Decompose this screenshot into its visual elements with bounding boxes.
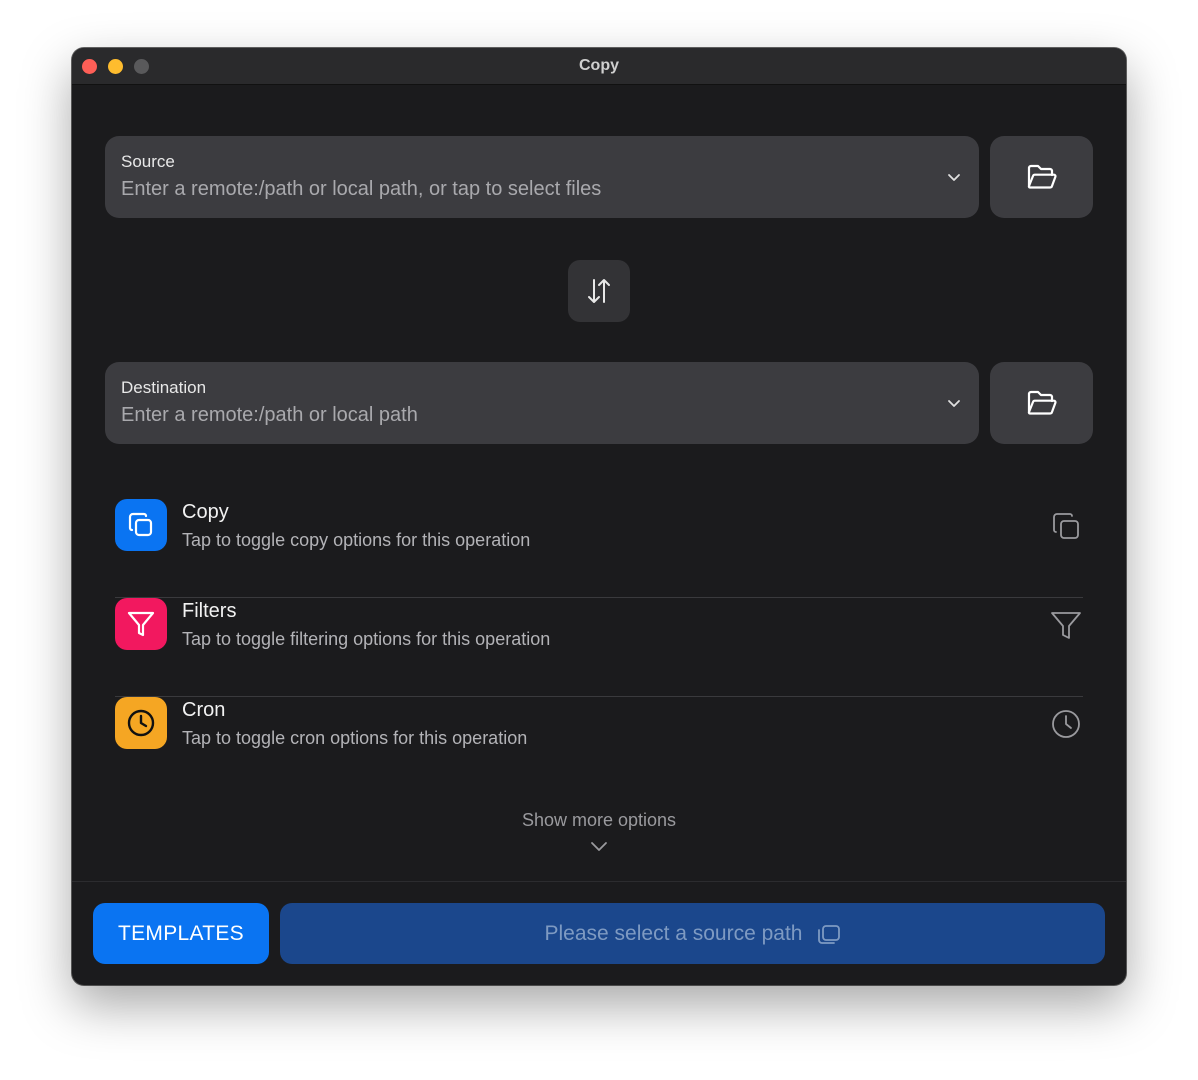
option-subtitle: Tap to toggle filtering options for this… <box>182 629 551 649</box>
source-browse-button[interactable] <box>990 136 1093 218</box>
title-bar: Copy <box>72 48 1126 85</box>
chevron-down-icon[interactable] <box>947 170 961 184</box>
option-title: Copy <box>182 501 229 523</box>
clock-icon <box>1052 710 1080 738</box>
folder-open-icon <box>1027 390 1057 415</box>
option-subtitle: Tap to toggle copy options for this oper… <box>182 530 531 550</box>
copy-icon <box>1053 513 1079 539</box>
destination-field[interactable]: Destination Enter a remote:/path or loca… <box>105 362 979 444</box>
destination-label: Destination <box>121 378 207 397</box>
destination-input[interactable]: Enter a remote:/path or local path <box>121 404 418 427</box>
copy-icon <box>817 924 840 944</box>
swap-button[interactable] <box>568 260 630 322</box>
source-label: Source <box>121 152 175 171</box>
start-copy-button[interactable]: Please select a source path <box>280 903 1105 964</box>
destination-browse-button[interactable] <box>990 362 1093 444</box>
folder-open-icon <box>1027 164 1057 189</box>
chevron-down-icon[interactable] <box>590 840 608 852</box>
show-more-options[interactable]: Show more options <box>72 810 1126 831</box>
option-cron[interactable]: Cron Tap to toggle cron options for this… <box>115 697 1083 796</box>
clock-icon <box>115 697 167 749</box>
run-label: Please select a source path <box>544 921 803 945</box>
templates-button[interactable]: TEMPLATES <box>93 903 269 964</box>
chevron-down-icon[interactable] <box>947 396 961 410</box>
option-title: Filters <box>182 600 237 622</box>
option-title: Cron <box>182 699 226 721</box>
copy-icon <box>115 499 167 551</box>
source-field[interactable]: Source Enter a remote:/path or local pat… <box>105 136 979 218</box>
templates-label: TEMPLATES <box>117 921 244 945</box>
option-copy[interactable]: Copy Tap to toggle copy options for this… <box>115 499 1083 598</box>
source-input[interactable]: Enter a remote:/path or local path, or t… <box>121 178 601 201</box>
filter-icon <box>1051 612 1081 639</box>
window-title: Copy <box>579 57 619 74</box>
app-window: Copy Source Enter a remote:/path or loca… <box>72 48 1126 985</box>
footer-divider <box>72 881 1126 882</box>
option-filters[interactable]: Filters Tap to toggle filtering options … <box>115 598 1083 697</box>
option-subtitle: Tap to toggle cron options for this oper… <box>182 728 528 748</box>
filter-icon <box>115 598 167 650</box>
swap-arrows-icon <box>588 279 610 303</box>
